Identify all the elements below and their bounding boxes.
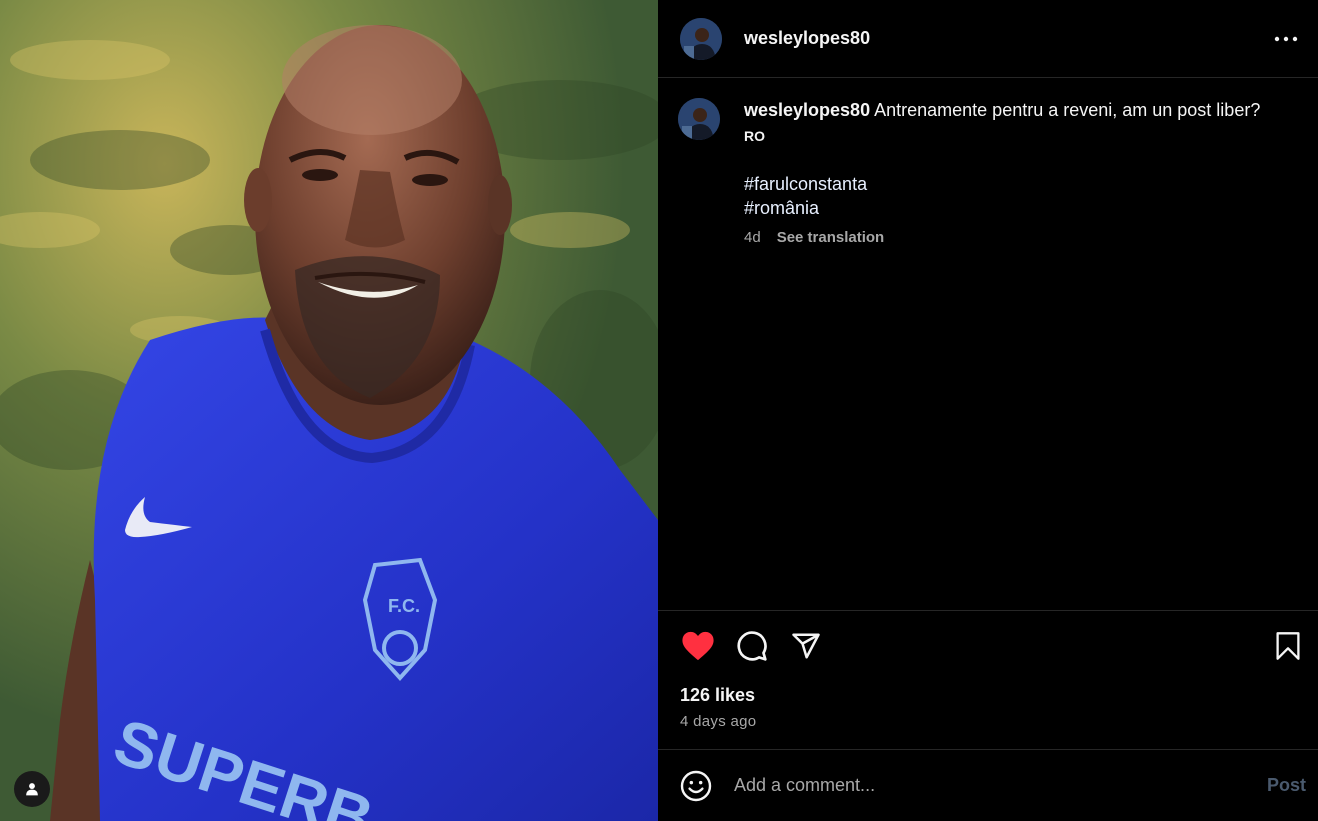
svg-text:F.C.: F.C. [388,596,420,616]
caption-username[interactable]: wesleylopes80 [744,100,870,120]
see-translation-link[interactable]: See translation [777,226,885,250]
hashtag-link[interactable]: #românia [744,196,1296,220]
post-photo: F.C. SUPERB [0,0,658,821]
tagged-users-button[interactable] [14,771,50,807]
language-badge: RO [744,128,765,144]
emoji-button[interactable] [678,768,714,804]
heart-filled-icon [682,631,714,661]
post-media[interactable]: F.C. SUPERB [0,0,658,821]
post-comment-button[interactable]: Post [1261,775,1312,796]
save-button[interactable] [1268,626,1308,666]
caption-meta: 4d See translation [744,226,1296,250]
caption: wesleylopes80 Antrenamente pentru a reve… [678,98,1296,250]
emoji-icon [680,770,712,801]
header-username[interactable]: wesleylopes80 [744,28,870,49]
comment-box: Post [658,749,1318,821]
likes-count[interactable]: 126 likes [658,681,1318,709]
post-details-panel: wesleylopes80 wesleylopes80 Antrenamente… [658,0,1318,821]
post-age-short[interactable]: 4d [744,226,761,250]
post-header: wesleylopes80 [658,0,1318,78]
hashtag-link[interactable]: #farulconstanta [744,172,1296,196]
comment-input[interactable] [732,774,1261,797]
caption-body: wesleylopes80 Antrenamente pentru a reve… [744,98,1296,250]
like-button[interactable] [678,626,718,666]
comment-button[interactable] [732,626,772,666]
post-age[interactable]: 4 days ago [658,709,1318,735]
share-button[interactable] [786,626,826,666]
comments-section[interactable]: wesleylopes80 Antrenamente pentru a reve… [658,78,1318,611]
caption-text: Antrenamente pentru a reveni, am un post… [874,100,1261,120]
avatar[interactable] [680,17,722,60]
comment-icon [737,631,767,661]
hashtags: #farulconstanta #românia [744,172,1296,220]
bookmark-icon [1276,632,1300,660]
post-modal: F.C. SUPERB wesleylopes80 wesleylopes80 … [0,0,1318,821]
action-bar [658,611,1318,681]
caption-avatar[interactable] [678,98,720,140]
more-horizontal-icon [1274,36,1298,41]
user-icon [26,783,38,796]
more-options-button[interactable] [1270,23,1302,55]
send-icon [792,633,820,659]
